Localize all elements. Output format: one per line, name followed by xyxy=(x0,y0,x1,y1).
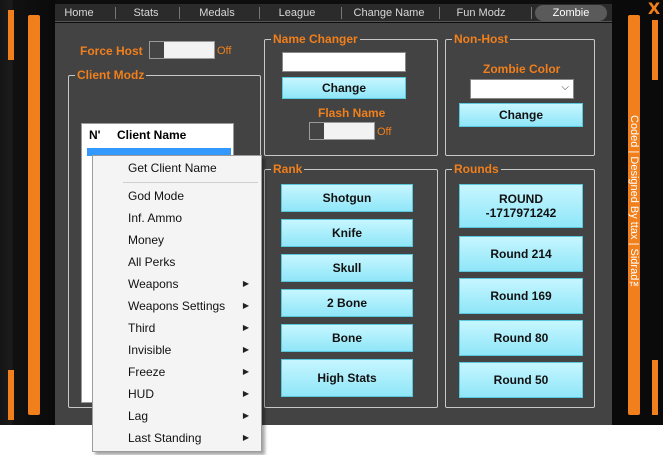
submenu-arrow-icon: ▶ xyxy=(242,301,249,310)
menu-item-invisible[interactable]: Invisible ▶ xyxy=(93,339,261,361)
menu-item-label: Weapons xyxy=(128,277,179,291)
tab-bar: Home Stats Medals League Change Name Fun… xyxy=(55,4,612,22)
left-accent-top xyxy=(8,10,14,60)
tab-fun-modz[interactable]: Fun Modz xyxy=(441,4,521,22)
column-header-number[interactable]: N' xyxy=(89,124,101,146)
menu-item-money[interactable]: Money xyxy=(93,229,261,251)
rank-knife-button[interactable]: Knife xyxy=(281,219,413,247)
tab-separator xyxy=(341,7,342,19)
tab-league[interactable]: League xyxy=(261,4,333,22)
rank-bone-button[interactable]: Bone xyxy=(281,324,413,352)
menu-item-hud[interactable]: HUD ▶ xyxy=(93,383,261,405)
toggle-knob xyxy=(310,123,324,139)
rounds-group: Rounds ROUND -1717971242 Round 214 Round… xyxy=(445,162,595,408)
name-input[interactable] xyxy=(282,52,406,72)
right-accent-top xyxy=(652,20,658,80)
name-change-button[interactable]: Change xyxy=(282,77,406,99)
submenu-arrow-icon: ▶ xyxy=(242,411,249,420)
menu-item-label: Money xyxy=(128,233,165,247)
tab-separator xyxy=(179,7,180,19)
client-modz-title: Client Modz xyxy=(75,68,147,82)
menu-item-freeze[interactable]: Freeze ▶ xyxy=(93,361,261,383)
submenu-arrow-icon: ▶ xyxy=(242,433,249,442)
tab-separator xyxy=(439,7,440,19)
round-169-button[interactable]: Round 169 xyxy=(459,278,583,314)
menu-item-label: Get Client Name xyxy=(128,161,217,175)
submenu-arrow-icon: ▶ xyxy=(242,323,249,332)
non-host-group: Non-Host Zombie Color ⌵ Change xyxy=(445,32,595,156)
rank-group: Rank Shotgun Knife Skull 2 Bone Bone Hig… xyxy=(264,162,438,408)
client-context-menu: Get Client Name God Mode Inf. Ammo Money… xyxy=(92,155,262,452)
toggle-knob xyxy=(150,42,164,58)
menu-item-third[interactable]: Third ▶ xyxy=(93,317,261,339)
menu-item-lag[interactable]: Lag ▶ xyxy=(93,405,261,427)
close-icon[interactable]: X xyxy=(645,0,663,18)
rank-shotgun-button[interactable]: Shotgun xyxy=(281,184,413,212)
tab-separator xyxy=(531,7,532,19)
menu-separator xyxy=(123,182,258,183)
tab-separator xyxy=(259,7,260,19)
rank-high-stats-button[interactable]: High Stats xyxy=(281,359,413,397)
rank-title: Rank xyxy=(271,162,305,176)
menu-item-inf-ammo[interactable]: Inf. Ammo xyxy=(93,207,261,229)
tab-separator xyxy=(115,7,116,19)
menu-item-last-standing[interactable]: Last Standing ▶ xyxy=(93,427,261,449)
submenu-arrow-icon: ▶ xyxy=(242,345,249,354)
rank-2-bone-button[interactable]: 2 Bone xyxy=(281,289,413,317)
round-custom-button[interactable]: ROUND -1717971242 xyxy=(459,184,583,228)
menu-item-label: Lag xyxy=(128,409,149,423)
force-host-state: Off xyxy=(217,45,232,57)
tab-home[interactable]: Home xyxy=(55,4,103,22)
right-accent-bottom xyxy=(652,360,658,415)
menu-item-weapons[interactable]: Weapons ▶ xyxy=(93,273,261,295)
round-80-button[interactable]: Round 80 xyxy=(459,320,583,356)
non-host-title: Non-Host xyxy=(452,32,510,46)
menu-item-label: All Perks xyxy=(128,255,176,269)
menu-item-label: Weapons Settings xyxy=(128,299,226,313)
menu-item-label: Third xyxy=(128,321,156,335)
zombie-color-select[interactable]: ⌵ xyxy=(470,79,574,99)
tab-zombie[interactable]: Zombie xyxy=(535,5,607,21)
submenu-arrow-icon: ▶ xyxy=(242,389,249,398)
menu-item-god-mode[interactable]: God Mode xyxy=(93,185,261,207)
menu-item-label: Last Standing xyxy=(128,431,202,445)
left-accent-bottom xyxy=(8,370,14,420)
tab-change-name[interactable]: Change Name xyxy=(343,4,435,22)
menu-item-label: HUD xyxy=(128,387,154,401)
credits-text: Coded | Designed By ttax | Sidrad™ xyxy=(628,115,640,293)
menu-item-label: Invisible xyxy=(128,343,172,357)
flash-name-label: Flash Name xyxy=(318,106,386,120)
column-header-client-name[interactable]: Client Name xyxy=(117,124,186,146)
tab-stats[interactable]: Stats xyxy=(117,4,175,22)
menu-item-label: God Mode xyxy=(128,189,185,203)
round-214-button[interactable]: Round 214 xyxy=(459,236,583,272)
left-accent-bar xyxy=(28,15,40,415)
tab-medals[interactable]: Medals xyxy=(181,4,253,22)
flash-name-state: Off xyxy=(377,126,392,138)
rounds-title: Rounds xyxy=(452,162,501,176)
name-changer-title: Name Changer xyxy=(271,32,360,46)
submenu-arrow-icon: ▶ xyxy=(242,367,249,376)
flash-name-toggle[interactable] xyxy=(309,122,375,140)
round-50-button[interactable]: Round 50 xyxy=(459,362,583,398)
name-changer-group: Name Changer Change Flash Name Off xyxy=(264,32,438,156)
zombie-color-change-button[interactable]: Change xyxy=(459,103,583,127)
zombie-color-label: Zombie Color xyxy=(483,62,561,76)
chevron-down-icon[interactable]: ⌵ xyxy=(561,82,569,93)
force-host-toggle[interactable] xyxy=(149,41,215,59)
menu-item-get-client-name[interactable]: Get Client Name xyxy=(93,157,261,179)
submenu-arrow-icon: ▶ xyxy=(242,279,249,288)
menu-item-label: Inf. Ammo xyxy=(128,211,183,225)
menu-item-all-perks[interactable]: All Perks xyxy=(93,251,261,273)
rank-skull-button[interactable]: Skull xyxy=(281,254,413,282)
force-host-label: Force Host xyxy=(80,44,143,58)
menu-item-weapons-settings[interactable]: Weapons Settings ▶ xyxy=(93,295,261,317)
menu-item-label: Freeze xyxy=(128,365,166,379)
